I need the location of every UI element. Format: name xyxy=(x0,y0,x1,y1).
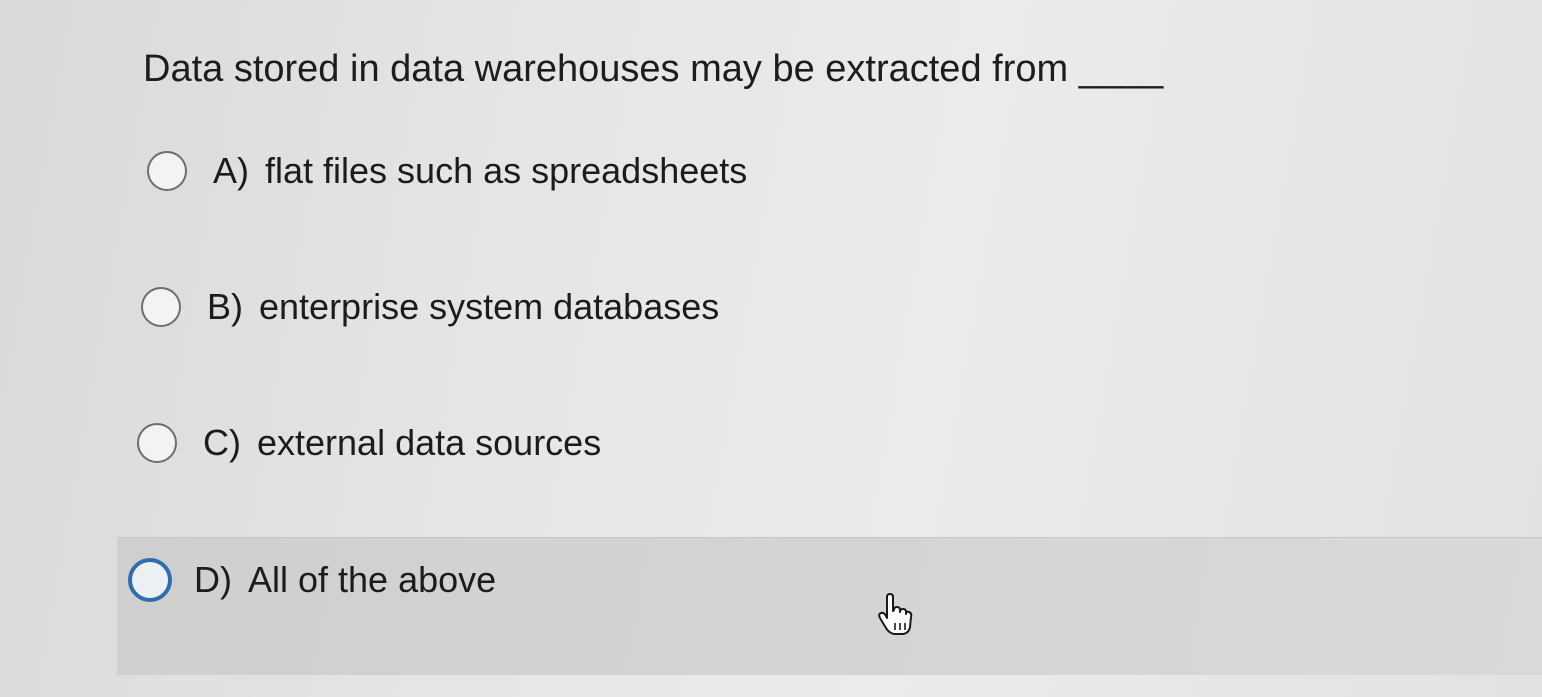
radio-button-b[interactable] xyxy=(141,287,181,327)
radio-button-d[interactable] xyxy=(128,558,172,602)
hand-pointer-icon xyxy=(877,593,913,637)
option-d-label: All of the above xyxy=(248,559,497,600)
option-d[interactable]: D) All of the above xyxy=(128,558,496,602)
option-c-letter: C) xyxy=(203,422,241,463)
option-a-letter: A) xyxy=(213,150,249,191)
option-c-label: external data sources xyxy=(257,422,602,463)
question-text: Data stored in data warehouses may be ex… xyxy=(143,48,1164,90)
option-a-label: flat files such as spreadsheets xyxy=(265,150,748,191)
option-c[interactable]: C) external data sources xyxy=(137,422,601,464)
option-d-letter: D) xyxy=(194,559,232,600)
option-a[interactable]: A) flat files such as spreadsheets xyxy=(147,150,747,192)
option-b[interactable]: B) enterprise system databases xyxy=(141,286,719,328)
radio-button-c[interactable] xyxy=(137,423,177,463)
radio-button-a[interactable] xyxy=(147,151,187,191)
option-b-letter: B) xyxy=(207,286,243,327)
option-b-label: enterprise system databases xyxy=(259,286,720,327)
